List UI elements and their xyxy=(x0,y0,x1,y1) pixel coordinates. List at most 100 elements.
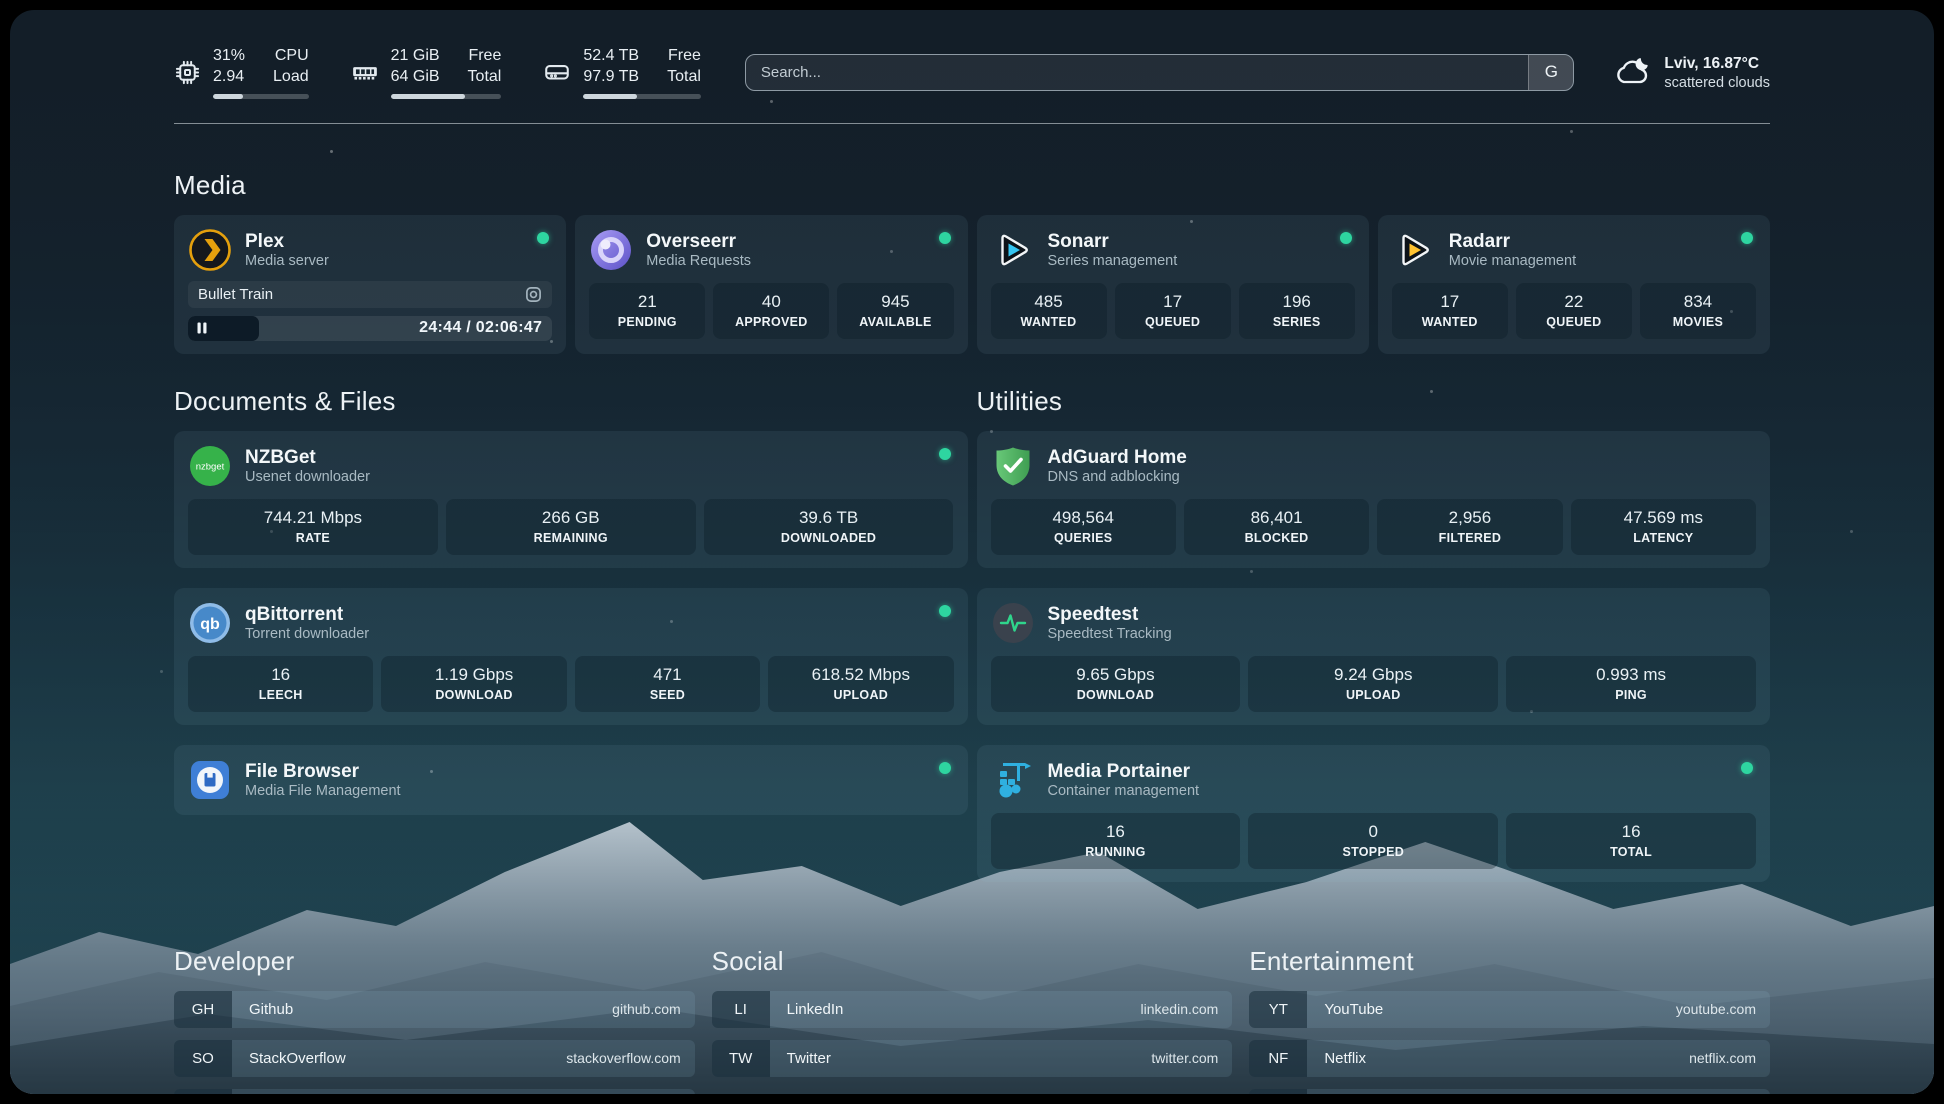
qbittorrent-card[interactable]: qb qBittorrent Torrent downloader 16 xyxy=(174,588,968,725)
cpu-progress-fill xyxy=(213,94,243,99)
section-entertainment: Entertainment YT YouTube youtube.com NF … xyxy=(1249,946,1770,1094)
documents-heading: Documents & Files xyxy=(174,386,968,417)
nzbget-title: NZBGet xyxy=(245,446,370,470)
section-utilities: Utilities xyxy=(977,386,1771,902)
plex-progress-bar[interactable]: 24:44 / 02:06:47 xyxy=(188,316,552,341)
nzbget-card-header: nzbget NZBGet Usenet downloader xyxy=(188,444,954,488)
search-provider-button[interactable]: G xyxy=(1528,55,1573,90)
overseerr-stats: 21 PENDING 40 APPROVED 945 AVAILABLE xyxy=(589,283,953,339)
bookmarks-row: Developer GH Github github.com SO StackO… xyxy=(174,946,1770,1094)
adguard-title: AdGuard Home xyxy=(1048,446,1187,470)
stat-tile: 9.65 Gbps DOWNLOAD xyxy=(991,656,1241,712)
radarr-card[interactable]: Radarr Movie management 17 WANTED 22 xyxy=(1378,215,1770,354)
adguard-icon xyxy=(991,444,1035,488)
stat-tile: 0 STOPPED xyxy=(1248,813,1498,869)
nzbget-status-dot xyxy=(939,448,951,460)
radarr-title: Radarr xyxy=(1449,230,1576,254)
bookmark-twitter[interactable]: TW Twitter twitter.com xyxy=(712,1040,1233,1077)
bookmark-name: Reddit xyxy=(1307,1089,1690,1094)
sonarr-status-dot xyxy=(1340,232,1352,244)
memory-progress-track xyxy=(391,94,502,99)
overseerr-card-header: Overseerr Media Requests xyxy=(589,228,953,272)
speedtest-card[interactable]: Speedtest Speedtest Tracking 9.65 Gbps D… xyxy=(977,588,1771,725)
bookmark-abbr: SO xyxy=(174,1040,232,1077)
memory-label-top: Free xyxy=(468,46,502,67)
cpu-stats: 31% 2.94 CPU Load xyxy=(213,46,309,99)
bookmark-abbr: NF xyxy=(1249,1040,1307,1077)
media-grid: Plex Media server Bullet Train xyxy=(174,215,1770,354)
plex-icon xyxy=(188,228,232,272)
filebrowser-title: File Browser xyxy=(245,760,401,784)
portainer-title: Media Portainer xyxy=(1048,760,1200,784)
svg-text:qb: qb xyxy=(200,616,220,633)
radarr-stats: 17 WANTED 22 QUEUED 834 MOVIES xyxy=(1392,283,1756,339)
sonarr-card[interactable]: Sonarr Series management 485 WANTED 17 xyxy=(977,215,1369,354)
portainer-subtitle: Container management xyxy=(1048,783,1200,799)
bookmark-name: Netflix xyxy=(1307,1040,1689,1077)
pause-icon[interactable] xyxy=(197,322,207,334)
radarr-card-header: Radarr Movie management xyxy=(1392,228,1756,272)
adguard-card[interactable]: AdGuard Home DNS and adblocking 498,564 … xyxy=(977,431,1771,568)
stat-tile: 945 AVAILABLE xyxy=(837,283,953,339)
bookmark-domain: twitter.com xyxy=(1151,1040,1232,1077)
adguard-stats: 498,564 QUERIES 86,401 BLOCKED 2,956 FIL… xyxy=(991,499,1757,555)
search-input[interactable] xyxy=(745,54,1575,91)
search-bar: G xyxy=(745,54,1575,91)
overseerr-card[interactable]: Overseerr Media Requests 21 PENDING 40 xyxy=(575,215,967,354)
plex-now-playing-row: Bullet Train xyxy=(188,281,552,308)
stat-tile: 196 SERIES xyxy=(1239,283,1355,339)
bookmark-name: StackOverflow xyxy=(232,1040,566,1077)
nzbget-card[interactable]: nzbget NZBGet Usenet downloader 744. xyxy=(174,431,968,568)
plex-title: Plex xyxy=(245,230,329,254)
stat-tile: 1.19 Gbps DOWNLOAD xyxy=(381,656,566,712)
plex-progress-elapsed xyxy=(188,316,259,341)
disk-label-top: Free xyxy=(667,46,701,67)
stat-tile: 9.24 Gbps UPLOAD xyxy=(1248,656,1498,712)
stat-tile: 22 QUEUED xyxy=(1516,283,1632,339)
bookmark-name: YouTube xyxy=(1307,991,1676,1028)
stat-tile: 16 TOTAL xyxy=(1506,813,1756,869)
bookmark-netflix[interactable]: NF Netflix netflix.com xyxy=(1249,1040,1770,1077)
speedtest-card-header: Speedtest Speedtest Tracking xyxy=(991,601,1757,645)
adguard-card-header: AdGuard Home DNS and adblocking xyxy=(991,444,1757,488)
plex-card-header: Plex Media server xyxy=(188,228,552,272)
bookmark-linkedin[interactable]: LI LinkedIn linkedin.com xyxy=(712,991,1233,1028)
speedtest-subtitle: Speedtest Tracking xyxy=(1048,626,1172,642)
bookmark-stackoverflow[interactable]: SO StackOverflow stackoverflow.com xyxy=(174,1040,695,1077)
plex-playback-time: 24:44 / 02:06:47 xyxy=(419,319,542,337)
bookmark-youtube[interactable]: YT YouTube youtube.com xyxy=(1249,991,1770,1028)
filebrowser-card[interactable]: File Browser Media File Management xyxy=(174,745,968,815)
radarr-status-dot xyxy=(1741,232,1753,244)
qbittorrent-status-dot xyxy=(939,605,951,617)
stat-tile: 86,401 BLOCKED xyxy=(1184,499,1369,555)
stat-tile: 39.6 TB DOWNLOADED xyxy=(704,499,954,555)
portainer-status-dot xyxy=(1741,762,1753,774)
plex-status-dot xyxy=(537,232,549,244)
speedtest-stats: 9.65 Gbps DOWNLOAD 9.24 Gbps UPLOAD 0.99… xyxy=(991,656,1757,712)
stat-tile: 2,956 FILTERED xyxy=(1377,499,1562,555)
stat-tile: 16 LEECH xyxy=(188,656,373,712)
stat-tile: 17 WANTED xyxy=(1392,283,1508,339)
media-heading: Media xyxy=(174,170,1770,201)
bookmark-dev[interactable]: DT DEV dev.to xyxy=(174,1089,695,1094)
portainer-icon xyxy=(991,758,1035,802)
portainer-card[interactable]: Media Portainer Container management 16 … xyxy=(977,745,1771,882)
cpu-widget: 31% 2.94 CPU Load xyxy=(174,46,309,99)
filebrowser-icon xyxy=(188,758,232,802)
bookmark-reddit[interactable]: RE Reddit reddit.com xyxy=(1249,1089,1770,1094)
memory-icon xyxy=(351,58,379,86)
bookmark-github[interactable]: GH Github github.com xyxy=(174,991,695,1028)
bookmark-domain: dev.to xyxy=(644,1089,695,1094)
bookmark-domain: linkedin.com xyxy=(1141,991,1233,1028)
bookmark-abbr: LI xyxy=(712,991,770,1028)
weather-condition: scattered clouds xyxy=(1664,75,1770,91)
stat-tile: 266 GB REMAINING xyxy=(446,499,696,555)
nzbget-stats: 744.21 Mbps RATE 266 GB REMAINING 39.6 T… xyxy=(188,499,954,555)
bookmark-name: LinkedIn xyxy=(770,991,1141,1028)
media-view-icon[interactable] xyxy=(525,286,542,303)
plex-card[interactable]: Plex Media server Bullet Train xyxy=(174,215,566,354)
top-bar: 31% 2.94 CPU Load xyxy=(174,46,1770,99)
cpu-load: 2.94 xyxy=(213,67,245,88)
cpu-label-top: CPU xyxy=(273,46,309,67)
stat-tile: 834 MOVIES xyxy=(1640,283,1756,339)
